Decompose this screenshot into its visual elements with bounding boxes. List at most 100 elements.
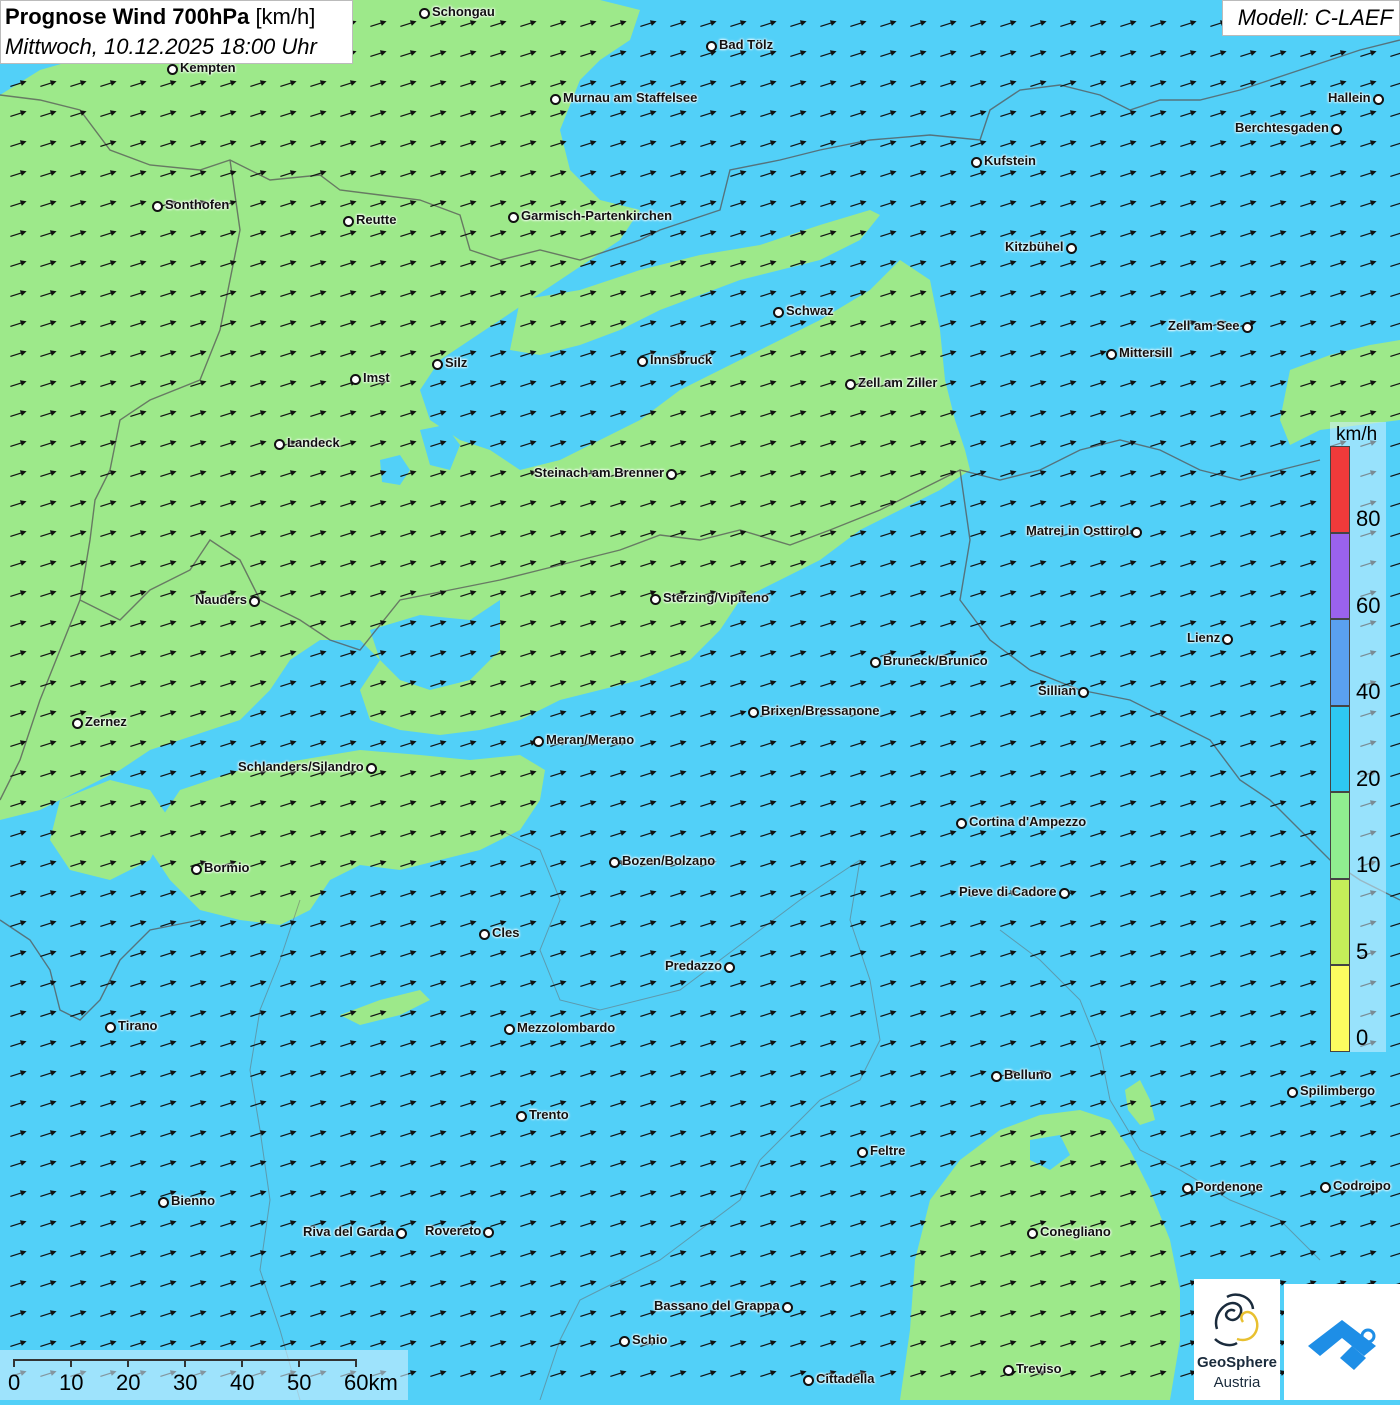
geosphere-logo[interactable]: GeoSphere Austria: [1194, 1279, 1280, 1400]
city-marker: [249, 596, 260, 607]
scale-tick: [13, 1359, 15, 1367]
city-marker: [1182, 1183, 1193, 1194]
city-label: Schlanders/Silandro: [238, 759, 364, 774]
city-marker: [857, 1147, 868, 1158]
title-unit: [km/h]: [255, 4, 316, 29]
city-label: Belluno: [1004, 1067, 1052, 1082]
legend-tick-label: 10: [1356, 852, 1381, 877]
city-label: Nauders: [195, 592, 248, 607]
city-label: Silz: [445, 355, 468, 370]
city-marker: [366, 763, 377, 774]
city-marker: [516, 1111, 527, 1122]
city-marker: [1078, 687, 1089, 698]
scale-tick: [184, 1359, 186, 1367]
city-marker: [533, 736, 544, 747]
city-label: Mezzolombardo: [517, 1020, 616, 1035]
city-marker: [1222, 634, 1233, 645]
weather-app-logo[interactable]: [1284, 1284, 1400, 1400]
city-label: Innsbruck: [650, 352, 713, 367]
city-marker: [167, 64, 178, 75]
scale-label: 10: [59, 1370, 84, 1395]
city-marker: [343, 216, 354, 227]
geosphere-country: Austria: [1213, 1374, 1261, 1391]
city-marker: [991, 1071, 1002, 1082]
city-label: Sterzing/Vipiteno: [663, 590, 769, 605]
city-label: Treviso: [1016, 1361, 1062, 1376]
city-label: Meran/Merano: [546, 732, 635, 747]
city-label: Bormio: [204, 860, 250, 875]
scale-bar: 0 10 20 30 40 50 60km: [0, 1350, 408, 1400]
legend-tick-label: 40: [1356, 679, 1381, 704]
scale-tick: [355, 1359, 357, 1367]
city-marker: [971, 157, 982, 168]
city-label: Cortina d'Ampezzo: [969, 814, 1087, 829]
legend-color-band: [1330, 705, 1350, 792]
map-title: Prognose Wind 700hPa [km/h]: [5, 4, 315, 30]
city-label: Berchtesgaden: [1235, 120, 1329, 135]
city-marker: [666, 469, 677, 480]
city-marker: [1242, 322, 1253, 333]
scale-tick: [127, 1359, 129, 1367]
city-label: Schio: [632, 1332, 668, 1347]
city-marker: [609, 857, 620, 868]
city-label: Bienno: [171, 1193, 216, 1208]
model-box: Modell: C-LAEF: [1222, 0, 1400, 36]
city-marker: [152, 201, 163, 212]
scale-label: 20: [116, 1370, 141, 1395]
city-label: Tirano: [118, 1018, 158, 1033]
geosphere-swirl-icon: [1214, 1293, 1259, 1347]
city-marker: [1027, 1228, 1038, 1239]
city-marker: [432, 359, 443, 370]
city-marker: [504, 1024, 515, 1035]
city-label: Landeck: [287, 435, 340, 450]
city-label: Cittadella: [816, 1371, 875, 1386]
city-marker: [479, 929, 490, 940]
city-marker: [419, 8, 430, 19]
model-label: Modell: C-LAEF: [1237, 5, 1393, 30]
city-label: Sonthofen: [165, 197, 230, 212]
city-marker: [1287, 1087, 1298, 1098]
city-marker: [1003, 1365, 1014, 1376]
scale-label: 50: [287, 1370, 312, 1395]
city-label: Cles: [492, 925, 520, 940]
scale-label: 30: [173, 1370, 198, 1395]
city-marker: [1106, 349, 1117, 360]
city-marker: [845, 379, 856, 390]
city-label: Pieve di Cadore: [959, 884, 1057, 899]
city-label: Mittersill: [1119, 345, 1173, 360]
city-label: Murnau am Staffelsee: [563, 90, 698, 105]
city-label: Zernez: [85, 714, 127, 729]
legend-color-band: [1330, 878, 1350, 965]
city-label: Garmisch-Partenkirchen: [521, 208, 673, 223]
city-label: Reutte: [356, 212, 397, 227]
title-main: Prognose Wind 700hPa: [5, 4, 250, 29]
city-marker: [956, 818, 967, 829]
city-marker: [191, 864, 202, 875]
city-label: Trento: [529, 1107, 569, 1122]
legend-tick-label: 0: [1356, 1025, 1369, 1050]
city-label: Rovereto: [425, 1223, 482, 1238]
city-marker: [105, 1022, 116, 1033]
city-label: Steinach am Brenner: [534, 465, 665, 480]
city-label: Bozen/Bolzano: [622, 853, 716, 868]
legend-color-band: [1330, 532, 1350, 619]
legend-tick-label: 80: [1356, 506, 1381, 531]
city-marker: [350, 374, 361, 385]
city-marker: [396, 1228, 407, 1239]
city-marker: [870, 657, 881, 668]
city-label: Bad Tölz: [719, 37, 774, 52]
city-label: Bruneck/Brunico: [883, 653, 988, 668]
city-marker: [748, 707, 759, 718]
city-marker: [550, 94, 561, 105]
city-label: Spilimbergo: [1300, 1083, 1376, 1098]
legend-color-band: [1330, 446, 1350, 533]
city-marker: [773, 307, 784, 318]
city-label: Hallein: [1328, 90, 1371, 105]
city-marker: [650, 594, 661, 605]
city-marker: [508, 212, 519, 223]
city-label: Feltre: [870, 1143, 906, 1158]
city-marker: [619, 1336, 630, 1347]
city-marker: [706, 41, 717, 52]
city-marker: [724, 962, 735, 973]
city-marker: [158, 1197, 169, 1208]
